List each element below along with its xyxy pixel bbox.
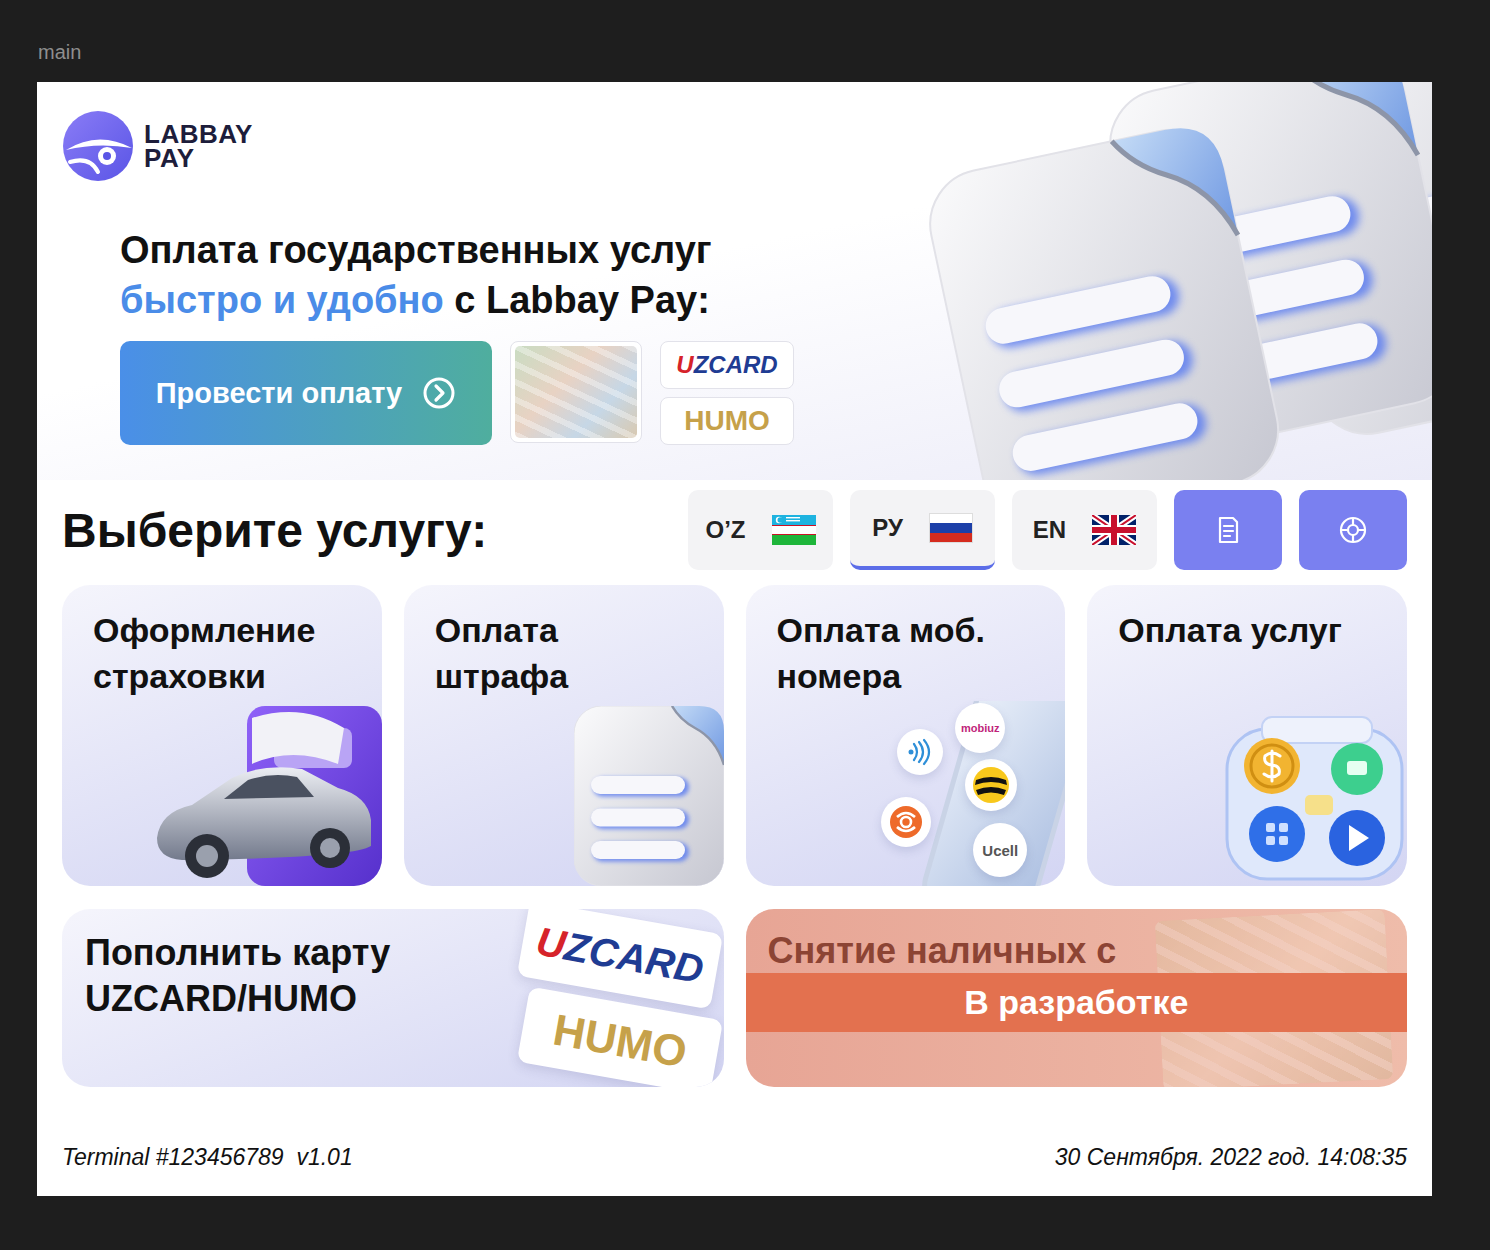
hero-title: Оплата государственных услугбыстро и удо… bbox=[120, 225, 870, 325]
service-card[interactable]: Оплата услуг bbox=[1087, 585, 1407, 886]
logo-text: LABBAYPAY bbox=[144, 122, 253, 170]
terminal-info: Terminal #123456789 v1.01 bbox=[62, 1143, 353, 1171]
service-title-line: Оформление bbox=[93, 607, 370, 653]
lifebuoy-icon bbox=[1338, 515, 1368, 545]
services-header: Выберите услугу: O’Z РУ EN bbox=[37, 490, 1432, 570]
language-button[interactable]: EN bbox=[1012, 490, 1157, 570]
cash-tile bbox=[510, 341, 642, 443]
service-card[interactable]: Оплата моб.номера mobiuz Ucell bbox=[746, 585, 1066, 886]
flag-ru-icon bbox=[929, 513, 973, 543]
operator-badge: Ucell bbox=[973, 823, 1027, 877]
service-title: Оплата услуг bbox=[1087, 585, 1407, 653]
hero-subtitle-line: быстро и удобно с Labbay Pay: bbox=[120, 275, 870, 325]
service-title-line: страховки bbox=[93, 653, 370, 699]
service-card: Снятие наличных сВ разработке bbox=[746, 909, 1408, 1087]
help-button[interactable] bbox=[1299, 490, 1407, 570]
service-title-line: номера bbox=[777, 653, 1054, 699]
terminal-screen: LABBAYPAY Оплата государственных услугбыс… bbox=[37, 82, 1432, 1196]
operator-badge: mobiuz bbox=[955, 703, 1005, 753]
language-button[interactable]: O’Z bbox=[688, 490, 833, 570]
options-bar: O’Z РУ EN bbox=[688, 490, 1407, 570]
wide-service-grid: Пополнить картуUZCARD/HUMO UZCARD HUMO Снят… bbox=[37, 909, 1432, 1087]
services-heading: Выберите услугу: bbox=[62, 503, 487, 558]
arrow-circle-icon bbox=[422, 376, 456, 410]
datetime: 30 Сентября. 2022 год. 14:08:35 bbox=[1055, 1143, 1407, 1171]
fine-illustration-icon bbox=[574, 706, 724, 886]
payment-card-tile: UZCARD bbox=[660, 341, 794, 389]
receipt-button[interactable] bbox=[1174, 490, 1282, 570]
operator-label: Ucell bbox=[982, 842, 1018, 859]
receipt-icon bbox=[1213, 515, 1243, 545]
page: main LABBAYPAY Оплата государственных услу… bbox=[0, 0, 1490, 1250]
logo-line: LABBAY bbox=[144, 122, 253, 146]
brand-label: HUMO bbox=[684, 405, 770, 437]
card-brands: UZCARD HUMO bbox=[522, 909, 724, 1087]
service-title-line: Оплата услуг bbox=[1118, 607, 1395, 653]
brand-label: UZCARD bbox=[532, 918, 706, 992]
service-card[interactable]: Пополнить картуUZCARD/HUMO UZCARD HUMO bbox=[62, 909, 724, 1087]
service-card[interactable]: Оплаташтрафа bbox=[404, 585, 724, 886]
logo-line: PAY bbox=[144, 146, 253, 170]
hero-banner: LABBAYPAY Оплата государственных услугбыс… bbox=[37, 82, 1432, 480]
service-title: Пополнить картуUZCARD/HUMO bbox=[62, 909, 390, 1087]
service-title: Оплата моб.номера bbox=[746, 585, 1066, 699]
hero-highlight: быстро и удобно bbox=[120, 279, 444, 321]
uzmobile-icon bbox=[881, 797, 931, 847]
banknotes-photo bbox=[515, 346, 637, 438]
language-label: EN bbox=[1033, 516, 1066, 544]
language-button[interactable]: РУ bbox=[850, 490, 995, 570]
service-card[interactable]: Оформлениестраховки bbox=[62, 585, 382, 886]
pay-button[interactable]: Провести оплату bbox=[120, 341, 492, 445]
payment-card-tile: HUMO bbox=[660, 397, 794, 445]
labbay-logo: LABBAYPAY bbox=[62, 110, 870, 182]
service-title-line: штрафа bbox=[435, 653, 712, 699]
flag-gb-icon bbox=[1092, 515, 1136, 545]
service-title: Оплаташтрафа bbox=[404, 585, 724, 699]
brand-label: HUMO bbox=[549, 1005, 690, 1078]
pay-button-label: Провести оплату bbox=[156, 377, 403, 410]
documents-illustration-icon bbox=[870, 82, 1432, 480]
service-title-line: UZCARD/HUMO bbox=[85, 976, 390, 1022]
service-grid: ОформлениестраховкиОплаташтрафаОплата мо… bbox=[37, 585, 1432, 886]
mobile-operators-illustration: mobiuz Ucell bbox=[855, 701, 1065, 886]
payment-card-list: UZCARD HUMO bbox=[660, 341, 794, 445]
service-title-line: Снятие наличных с bbox=[768, 931, 1408, 971]
flag-uz-icon bbox=[772, 515, 816, 545]
service-title-line: Оплата моб. bbox=[777, 607, 1054, 653]
insurance-illustration-icon bbox=[152, 706, 382, 886]
hero-content: LABBAYPAY Оплата государственных услугбыс… bbox=[37, 82, 870, 480]
operator-label: mobiuz bbox=[961, 722, 1000, 734]
hero-body: Оплата государственных услугбыстро и удо… bbox=[120, 225, 870, 445]
service-title: Снятие наличных с bbox=[746, 909, 1408, 971]
hero-subtitle: с Labbay Pay: bbox=[444, 279, 710, 321]
utilities-illustration-icon bbox=[1217, 711, 1407, 886]
in-development-banner: В разработке bbox=[746, 973, 1408, 1032]
service-title-line: Пополнить карту bbox=[85, 930, 390, 976]
language-label: РУ bbox=[872, 514, 903, 542]
service-title-line: Оплата bbox=[435, 607, 712, 653]
wave-operator-icon bbox=[897, 729, 943, 775]
labbay-eye-icon bbox=[62, 110, 134, 182]
status-footer: Terminal #123456789 v1.01 30 Сентября. 20… bbox=[37, 1087, 1432, 1171]
beeline-icon bbox=[965, 759, 1017, 811]
language-label: O’Z bbox=[706, 516, 746, 544]
canvas-label: main bbox=[0, 0, 1490, 82]
service-title: Оформлениестраховки bbox=[62, 585, 382, 699]
hero-actions: Провести оплату UZCARD HUMO bbox=[120, 341, 870, 445]
brand-label: UZCARD bbox=[676, 351, 777, 379]
hero-title-line: Оплата государственных услуг bbox=[120, 225, 870, 275]
